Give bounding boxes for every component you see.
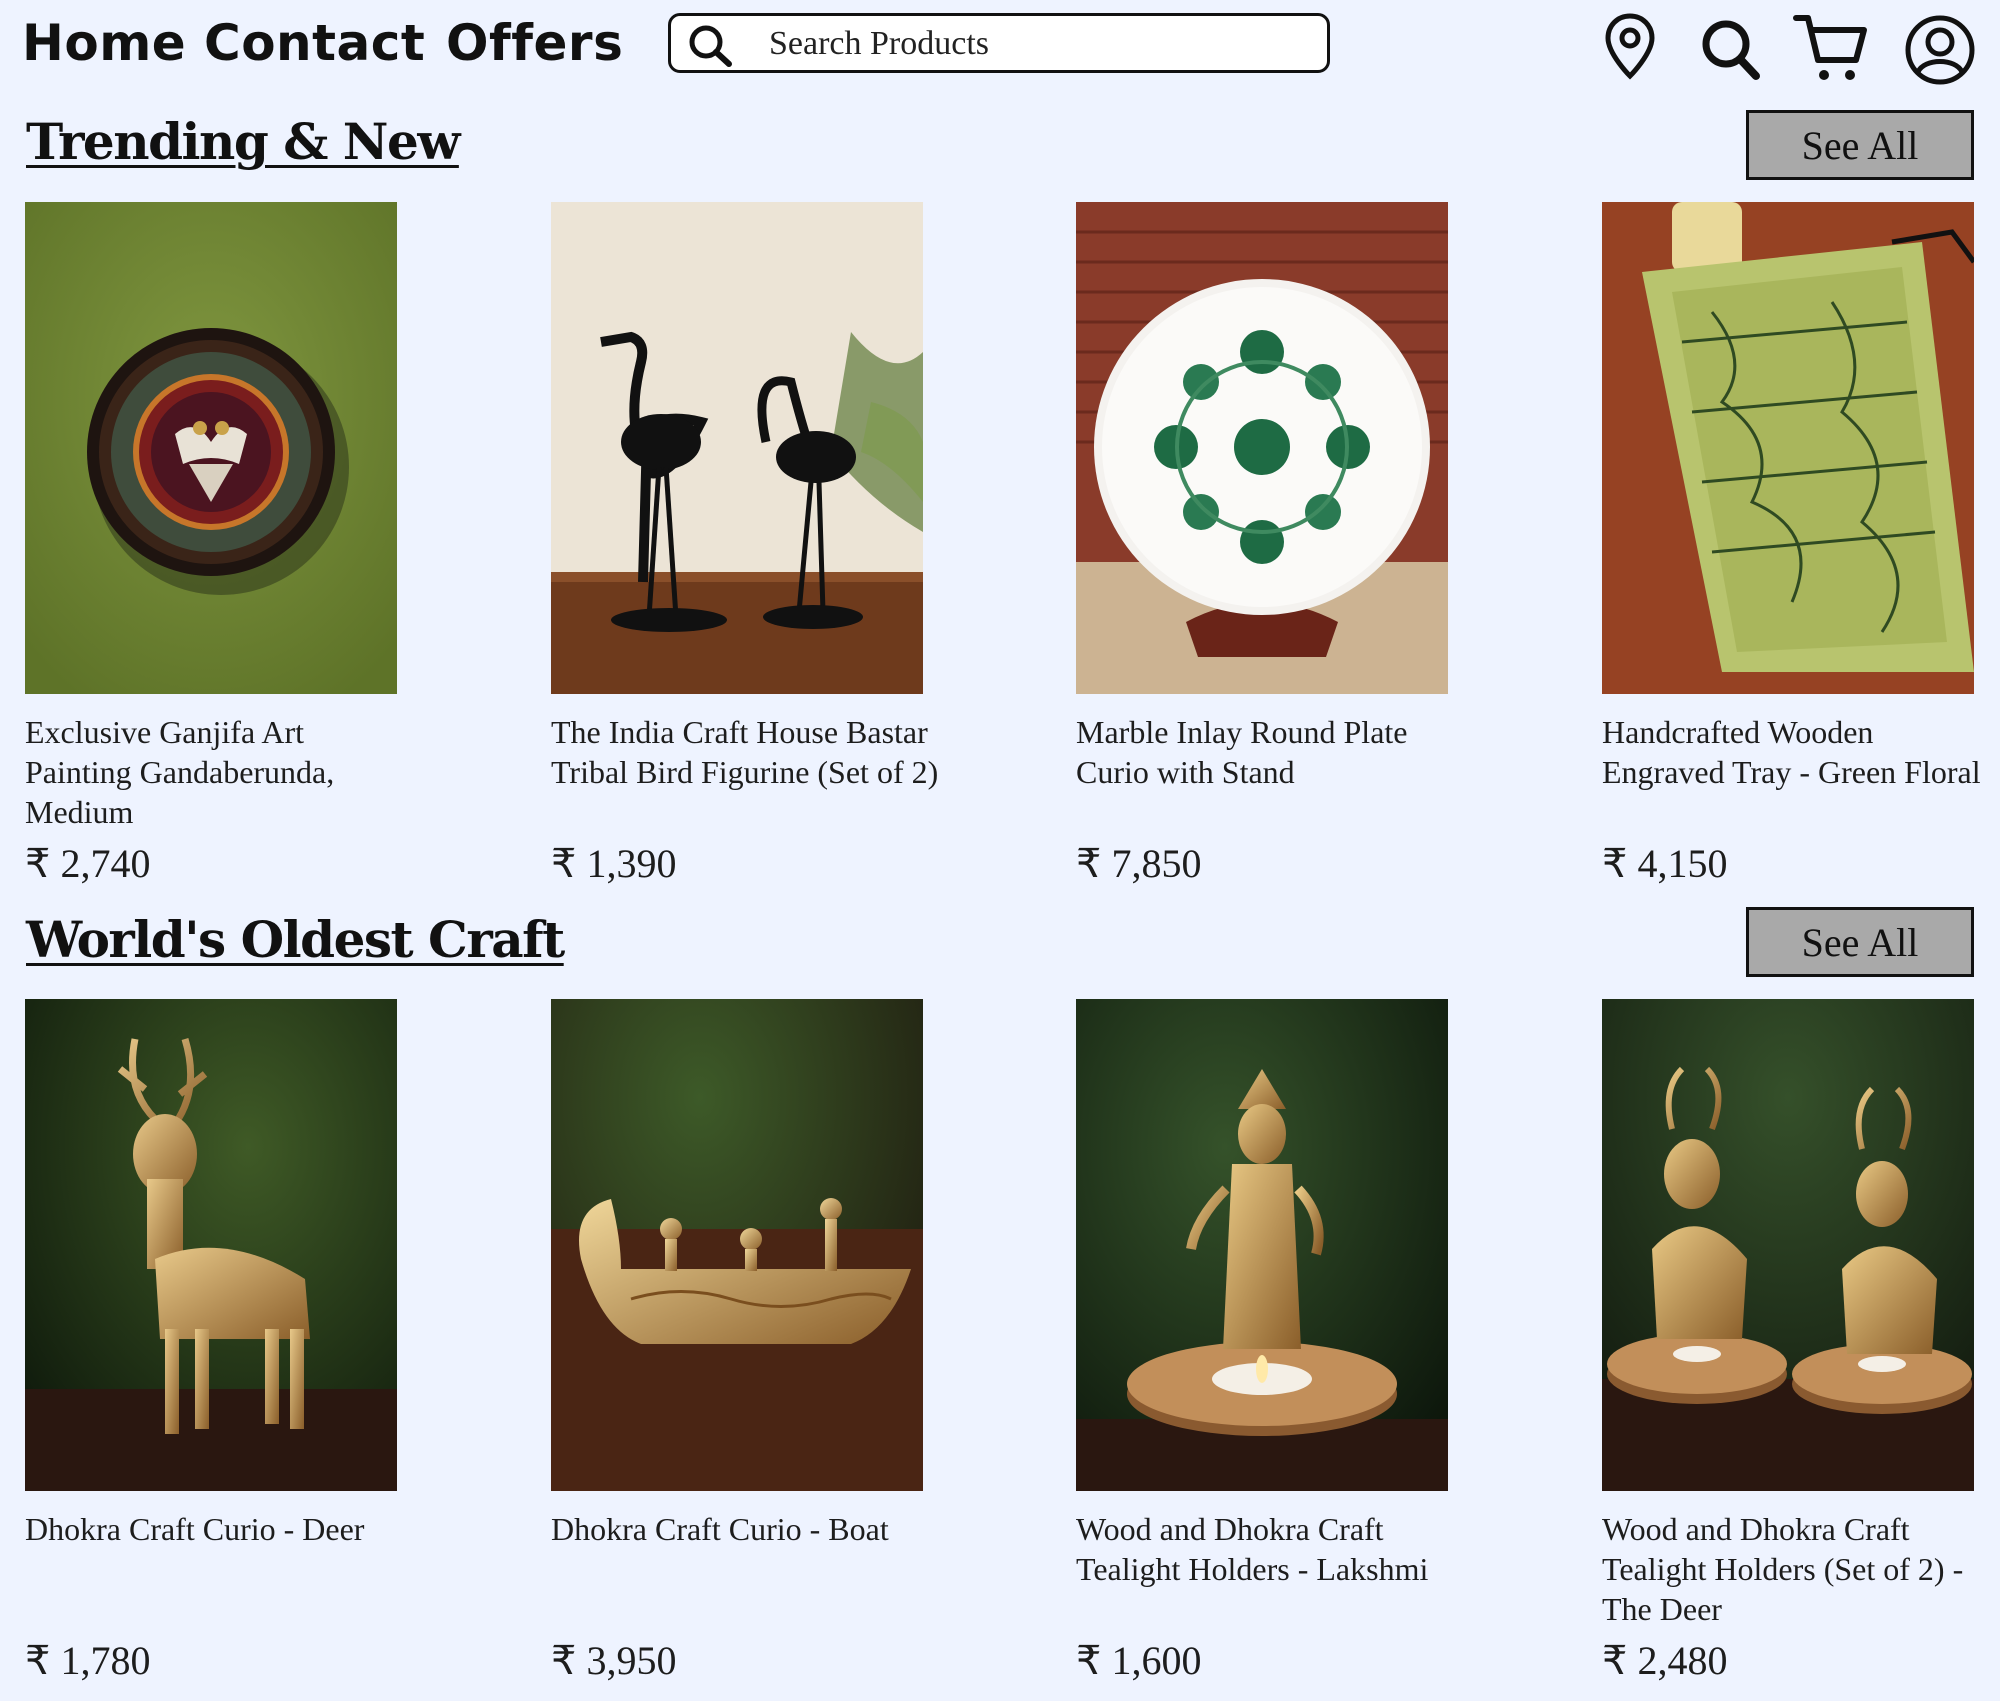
product-image-engraved-wooden-tray: [1602, 202, 1974, 694]
product-name: Dhokra Craft Curio - Deer: [25, 1511, 365, 1547]
product-card[interactable]: Marble Inlay Round Plate Curio with Stan…: [1076, 202, 1456, 892]
nav-contact-link[interactable]: Contact: [204, 14, 425, 72]
product-name: Dhokra Craft Curio - Boat: [551, 1511, 889, 1547]
nav-home-link[interactable]: Home: [22, 14, 186, 72]
product-image-ganjifa-painting: [25, 202, 397, 694]
product-price: ₹ 2,480: [1602, 1638, 1728, 1683]
search-bar[interactable]: [668, 13, 1330, 73]
top-navigation-bar: Home Contact Offers: [0, 0, 2000, 100]
product-card[interactable]: Handcrafted Wooden Engraved Tray - Green…: [1602, 202, 1982, 892]
product-name: The India Craft House Bastar Tribal Bird…: [551, 714, 939, 790]
product-image-marble-inlay-plate: [1076, 202, 1448, 694]
product-price: ₹ 4,150: [1602, 841, 1728, 886]
product-price: ₹ 2,740: [25, 841, 151, 886]
product-grid-oldest-craft: Dhokra Craft Curio - Deer ₹ 1,780 Dhokra…: [0, 999, 2000, 1699]
product-name: Marble Inlay Round Plate Curio with Stan…: [1076, 714, 1408, 790]
section-title-oldest-craft: World's Oldest Craft: [26, 910, 565, 969]
nav-offers-link[interactable]: Offers: [446, 14, 623, 72]
product-image-lakshmi-tealight-holder: [1076, 999, 1448, 1491]
product-price: ₹ 7,850: [1076, 841, 1202, 886]
product-name: Wood and Dhokra Craft Tealight Holders -…: [1076, 1511, 1429, 1587]
product-card[interactable]: Dhokra Craft Curio - Deer ₹ 1,780: [25, 999, 405, 1689]
product-image-deer-tealight-holders: [1602, 999, 1974, 1491]
product-card[interactable]: The India Craft House Bastar Tribal Bird…: [551, 202, 938, 892]
search-input[interactable]: [767, 22, 1311, 66]
product-card[interactable]: Dhokra Craft Curio - Boat ₹ 3,950: [551, 999, 931, 1689]
product-price: ₹ 1,390: [551, 841, 677, 886]
product-image-dhokra-deer: [25, 999, 397, 1491]
product-grid-trending: Exclusive Ganjifa Art Painting Gandaberu…: [0, 202, 2000, 902]
section-title-trending: Trending & New: [26, 112, 460, 171]
product-price: ₹ 1,600: [1076, 1638, 1202, 1683]
product-name: Wood and Dhokra Craft Tealight Holders (…: [1602, 1511, 1964, 1627]
see-all-trending-button[interactable]: See All: [1746, 110, 1974, 180]
product-card[interactable]: Exclusive Ganjifa Art Painting Gandaberu…: [25, 202, 405, 892]
product-name: Exclusive Ganjifa Art Painting Gandaberu…: [25, 714, 335, 830]
product-price: ₹ 3,950: [551, 1638, 677, 1683]
product-price: ₹ 1,780: [25, 1638, 151, 1683]
product-card[interactable]: Wood and Dhokra Craft Tealight Holders -…: [1076, 999, 1456, 1689]
see-all-oldest-craft-button[interactable]: See All: [1746, 907, 1974, 977]
search-icon[interactable]: [1700, 18, 1762, 87]
user-account-icon[interactable]: [1904, 14, 1976, 91]
product-image-dhokra-boat: [551, 999, 923, 1491]
cart-icon[interactable]: [1792, 12, 1868, 89]
product-name: Handcrafted Wooden Engraved Tray - Green…: [1602, 714, 1981, 790]
location-pin-icon[interactable]: [1604, 12, 1656, 85]
product-image-bastar-bird-figurine: [551, 202, 923, 694]
product-card[interactable]: Wood and Dhokra Craft Tealight Holders (…: [1602, 999, 1982, 1689]
search-icon: [689, 25, 732, 67]
